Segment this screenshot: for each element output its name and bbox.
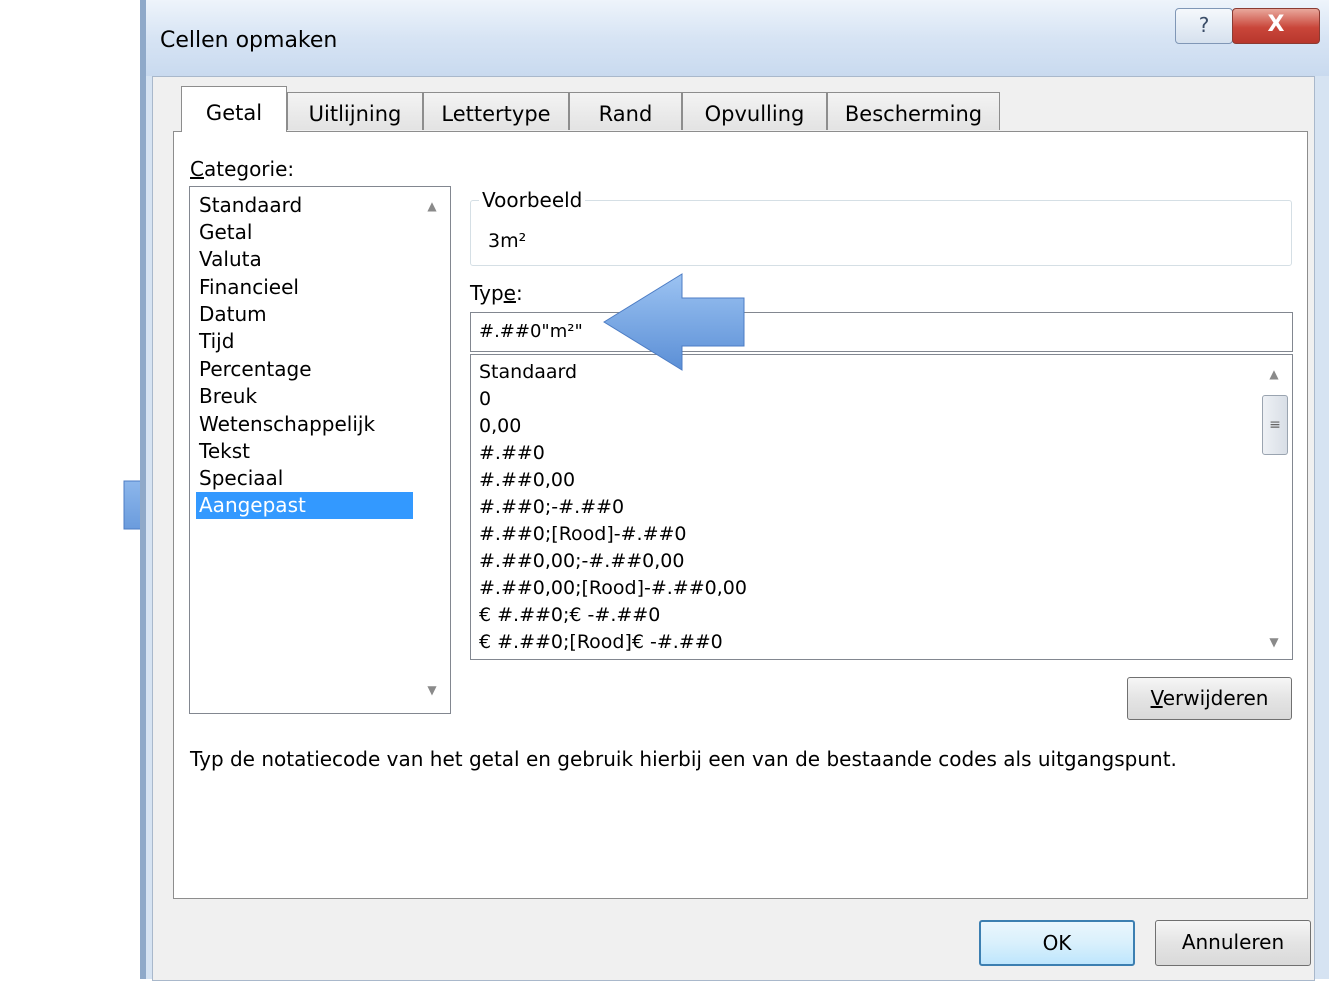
- category-scrollbar[interactable]: ▲ ▼: [414, 187, 450, 713]
- type-label-mnemonic: e: [503, 281, 516, 305]
- category-item-tijd[interactable]: Tijd: [198, 328, 411, 355]
- type-scrollbar[interactable]: ▲ ≡ ▼: [1256, 355, 1292, 659]
- delete-button[interactable]: Verwijderen: [1127, 677, 1292, 720]
- type-input[interactable]: #.##0"m²": [470, 312, 1293, 352]
- type-item[interactable]: € #.##0;[Rood]€ -#.##0: [479, 629, 723, 656]
- type-item[interactable]: #.##0,00;[Rood]-#.##0,00: [479, 575, 747, 602]
- category-item-financieel[interactable]: Financieel: [198, 274, 411, 301]
- preview-value: 3m²: [488, 230, 527, 252]
- category-item-standaard[interactable]: Standaard: [198, 192, 411, 219]
- type-item[interactable]: 0: [479, 386, 491, 413]
- type-label-colon: :: [515, 281, 523, 305]
- scroll-down-icon[interactable]: ▼: [1256, 635, 1292, 649]
- type-item[interactable]: Standaard: [479, 359, 577, 386]
- scroll-up-icon[interactable]: ▲: [1256, 367, 1292, 381]
- cancel-button[interactable]: Annuleren: [1155, 920, 1311, 966]
- category-item-aangepast[interactable]: Aangepast: [196, 492, 413, 519]
- category-item-percentage[interactable]: Percentage: [198, 356, 411, 383]
- type-item[interactable]: #.##0: [479, 440, 545, 467]
- dialog-title: Cellen opmaken: [160, 28, 338, 53]
- tab-uitlijning[interactable]: Uitlijning: [287, 92, 423, 130]
- type-listbox[interactable]: Standaard 0 0,00 #.##0 #.##0,00 #.##0;-#…: [470, 354, 1293, 660]
- category-item-wetenschappelijk[interactable]: Wetenschappelijk: [198, 411, 411, 438]
- category-item-tekst[interactable]: Tekst: [198, 438, 411, 465]
- category-label-mnemonic: C: [190, 157, 204, 181]
- type-item[interactable]: € #.##0;€ -#.##0: [479, 602, 660, 629]
- tab-opvulling[interactable]: Opvulling: [682, 92, 827, 130]
- delete-button-label: erwijderen: [1162, 686, 1269, 710]
- type-item[interactable]: #.##0;-#.##0: [479, 494, 624, 521]
- category-label: Categorie:: [190, 157, 294, 181]
- category-item-datum[interactable]: Datum: [198, 301, 411, 328]
- category-label-text: ategorie:: [203, 157, 295, 181]
- type-description: Typ de notatiecode van het getal en gebr…: [190, 747, 1177, 771]
- preview-group: Voorbeeld 3m²: [470, 188, 1292, 266]
- title-bar[interactable]: Cellen opmaken ? X: [146, 0, 1329, 76]
- tab-getal[interactable]: Getal: [181, 86, 287, 132]
- ok-button[interactable]: OK: [979, 920, 1135, 966]
- type-item[interactable]: #.##0,00;-#.##0,00: [479, 548, 684, 575]
- scroll-up-icon[interactable]: ▲: [414, 199, 450, 213]
- type-label-text: Typ: [470, 281, 504, 305]
- help-button[interactable]: ?: [1175, 8, 1233, 44]
- preview-legend: Voorbeeld: [479, 188, 586, 212]
- tab-rand[interactable]: Rand: [569, 92, 682, 130]
- category-listbox[interactable]: Standaard Getal Valuta Financieel Datum …: [189, 186, 451, 714]
- delete-button-mnemonic: V: [1150, 686, 1163, 710]
- type-item[interactable]: 0,00: [479, 413, 521, 440]
- category-item-speciaal[interactable]: Speciaal: [198, 465, 411, 492]
- category-item-breuk[interactable]: Breuk: [198, 383, 411, 410]
- type-label: Type:: [470, 281, 523, 305]
- scroll-down-icon[interactable]: ▼: [414, 683, 450, 697]
- tab-bescherming[interactable]: Bescherming: [827, 92, 1000, 130]
- tab-lettertype[interactable]: Lettertype: [423, 92, 569, 130]
- category-item-valuta[interactable]: Valuta: [198, 246, 411, 273]
- scroll-thumb[interactable]: ≡: [1262, 395, 1288, 455]
- category-item-getal[interactable]: Getal: [198, 219, 411, 246]
- annotation-arrow-left-icon: [603, 273, 745, 371]
- type-item[interactable]: #.##0;[Rood]-#.##0: [479, 521, 687, 548]
- type-item[interactable]: #.##0,00: [479, 467, 575, 494]
- close-button[interactable]: X: [1232, 8, 1320, 44]
